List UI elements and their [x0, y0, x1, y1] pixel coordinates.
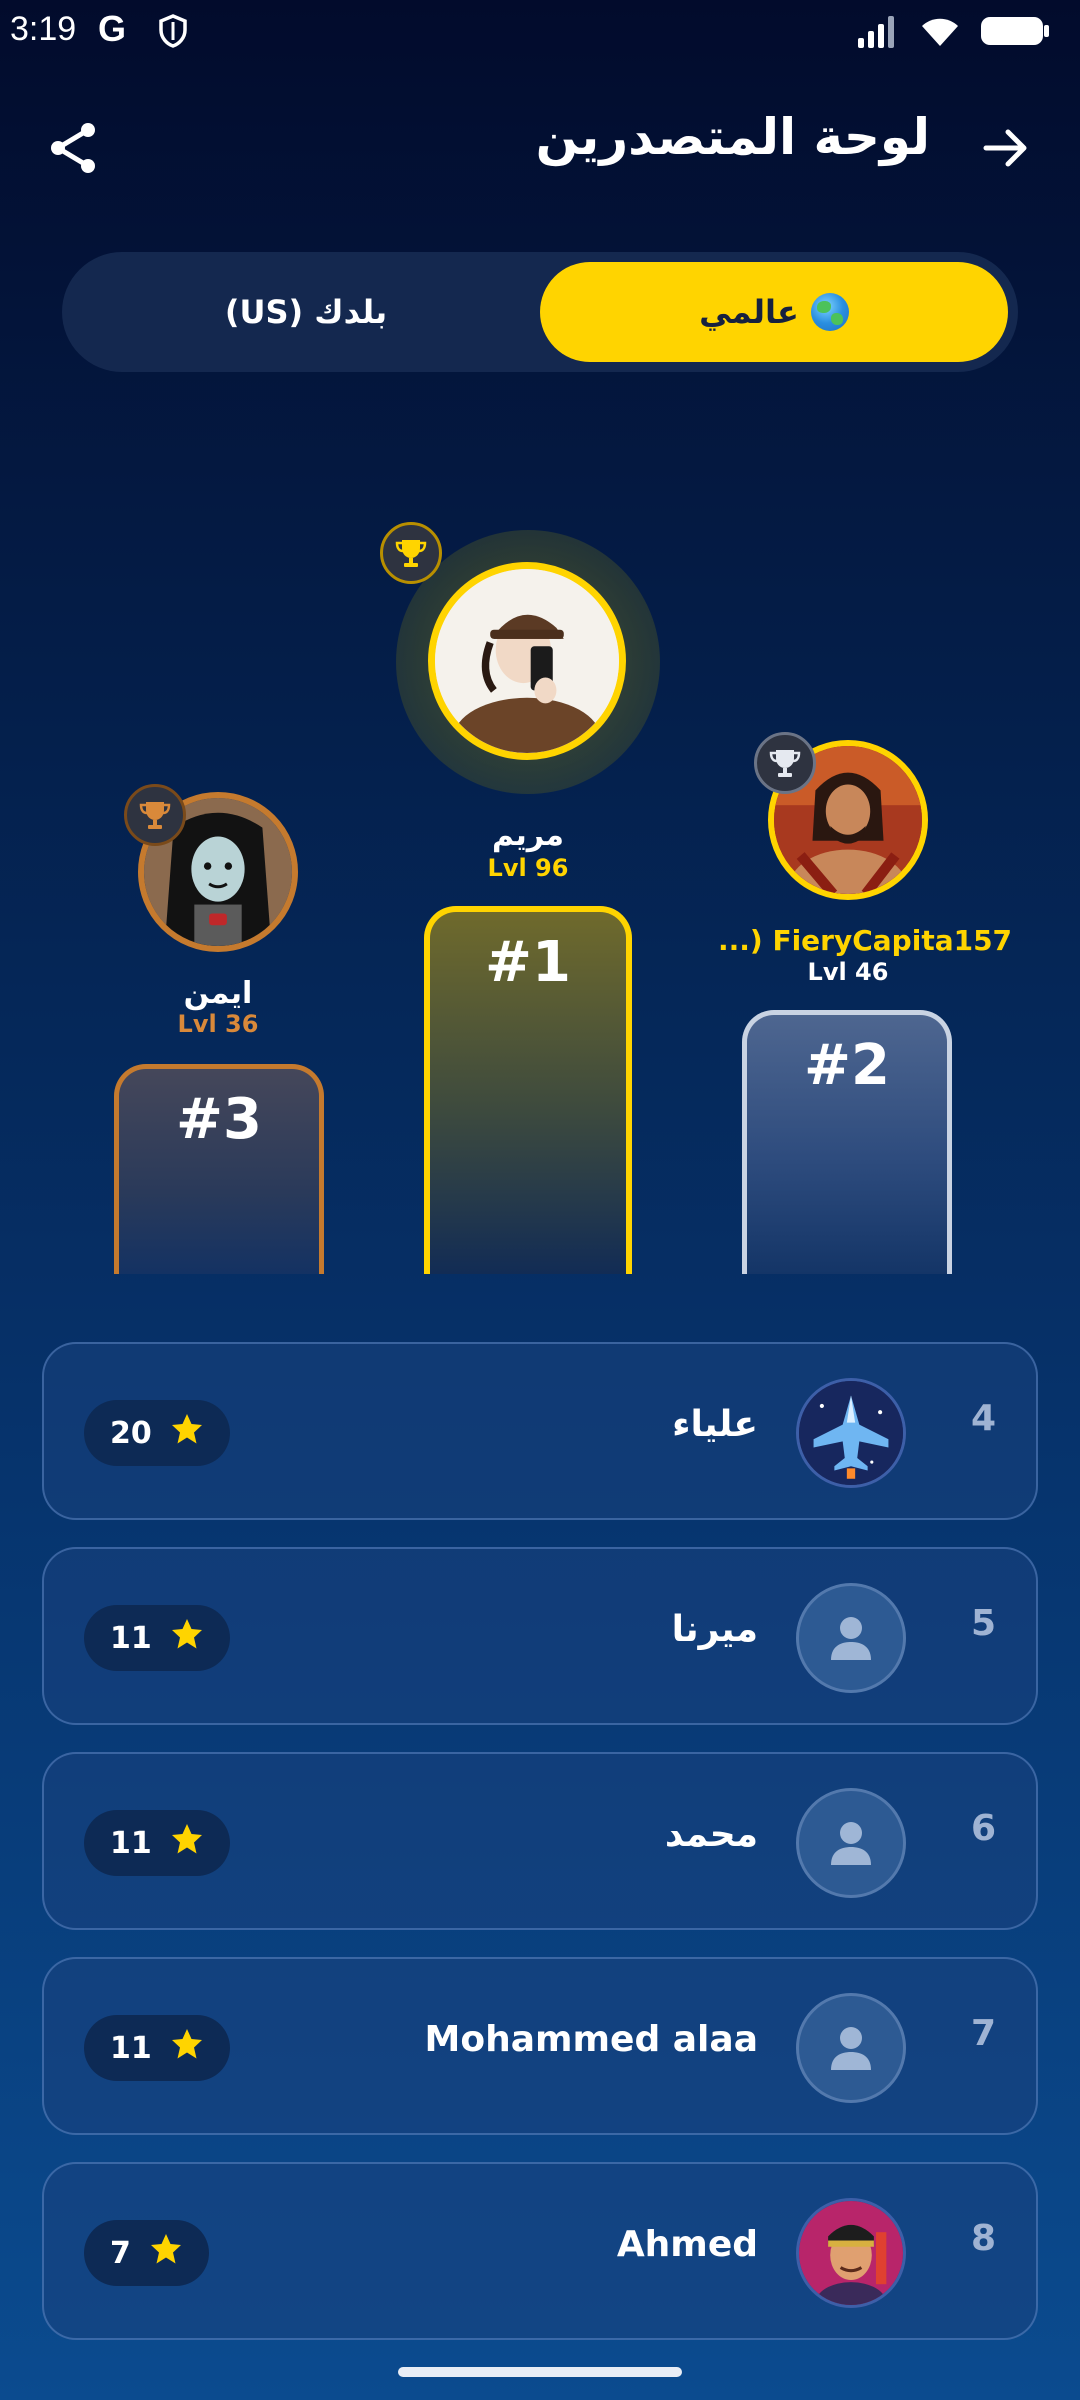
silver-trophy-icon	[754, 732, 816, 794]
row-rank: 7	[970, 2013, 996, 2054]
star-icon	[170, 2027, 204, 2069]
score-pill: 11	[84, 1810, 230, 1876]
shield-icon	[158, 14, 188, 52]
star-icon	[170, 1617, 204, 1659]
star-icon	[170, 1412, 204, 1454]
gold-trophy-icon	[380, 522, 442, 584]
third-place-level: Lvl 36	[177, 1010, 259, 1038]
score-value: 11	[110, 1825, 152, 1861]
wifi-icon	[918, 14, 962, 52]
person-placeholder-icon	[796, 1583, 906, 1693]
avatar-first-place[interactable]	[428, 562, 626, 760]
first-place-level: Lvl 96	[487, 854, 569, 882]
google-icon: G	[98, 8, 127, 49]
score-value: 11	[110, 2030, 152, 2066]
home-indicator[interactable]	[398, 2367, 682, 2377]
signal-icon	[856, 14, 900, 52]
row-name: ميرنا	[671, 1609, 758, 1650]
score-value: 11	[110, 1620, 152, 1656]
podium-pillar-second: #2	[742, 1010, 952, 1274]
character-avatar	[796, 2198, 906, 2308]
score-pill: 11	[84, 1605, 230, 1671]
tab-global-label: عالمي	[699, 293, 799, 331]
battery-icon	[980, 14, 1050, 52]
score-pill: 20	[84, 1400, 230, 1466]
tab-global[interactable]: عالمي	[540, 262, 1008, 362]
person-placeholder-icon	[796, 1993, 906, 2103]
row-rank: 8	[970, 2218, 996, 2259]
second-place-name: ...) FieryCapita157	[718, 924, 1013, 957]
jet-avatar	[796, 1378, 906, 1488]
row-name: محمد	[664, 1814, 758, 1855]
row-rank: 4	[970, 1398, 996, 1439]
score-pill: 7	[84, 2220, 209, 2286]
person-placeholder-icon	[796, 1788, 906, 1898]
leaderboard-row[interactable]: 4 علياء 20	[42, 1342, 1038, 1520]
leaderboard-row[interactable]: 5 ميرنا 11	[42, 1547, 1038, 1725]
row-name: علياء	[672, 1404, 758, 1445]
third-place-name: ايمن	[183, 976, 253, 1011]
star-icon	[170, 1822, 204, 1864]
leaderboard-row[interactable]: 7 Mohammed alaa 11	[42, 1957, 1038, 2135]
globe-icon	[810, 293, 849, 331]
row-name: Mohammed alaa	[424, 2019, 758, 2060]
row-rank: 5	[970, 1603, 996, 1644]
score-pill: 11	[84, 2015, 230, 2081]
status-icons	[856, 14, 1050, 52]
share-icon[interactable]	[46, 120, 102, 176]
leaderboard-row[interactable]: 8 Ahmed 7	[42, 2162, 1038, 2340]
tab-country[interactable]: بلدك (US)	[72, 262, 540, 362]
score-value: 7	[110, 2235, 131, 2271]
page-title: لوحة المتصدرين	[535, 108, 930, 166]
bronze-trophy-icon	[124, 784, 186, 846]
scope-tabs: عالمي بلدك (US)	[62, 252, 1018, 372]
star-icon	[149, 2232, 183, 2274]
tab-country-label: بلدك (US)	[224, 293, 388, 331]
first-place-name: مريم	[491, 818, 565, 853]
row-rank: 6	[970, 1808, 996, 1849]
back-arrow-icon[interactable]	[980, 122, 1032, 174]
score-value: 20	[110, 1415, 152, 1451]
podium-pillar-third: #3	[114, 1064, 324, 1274]
second-place-level: Lvl 46	[807, 958, 889, 986]
status-bar: 3:19 G	[0, 0, 1080, 64]
row-name: Ahmed	[616, 2224, 758, 2265]
podium-pillar-first: #1	[424, 906, 632, 1274]
status-time: 3:19	[10, 10, 77, 48]
leaderboard-row[interactable]: 6 محمد 11	[42, 1752, 1038, 1930]
